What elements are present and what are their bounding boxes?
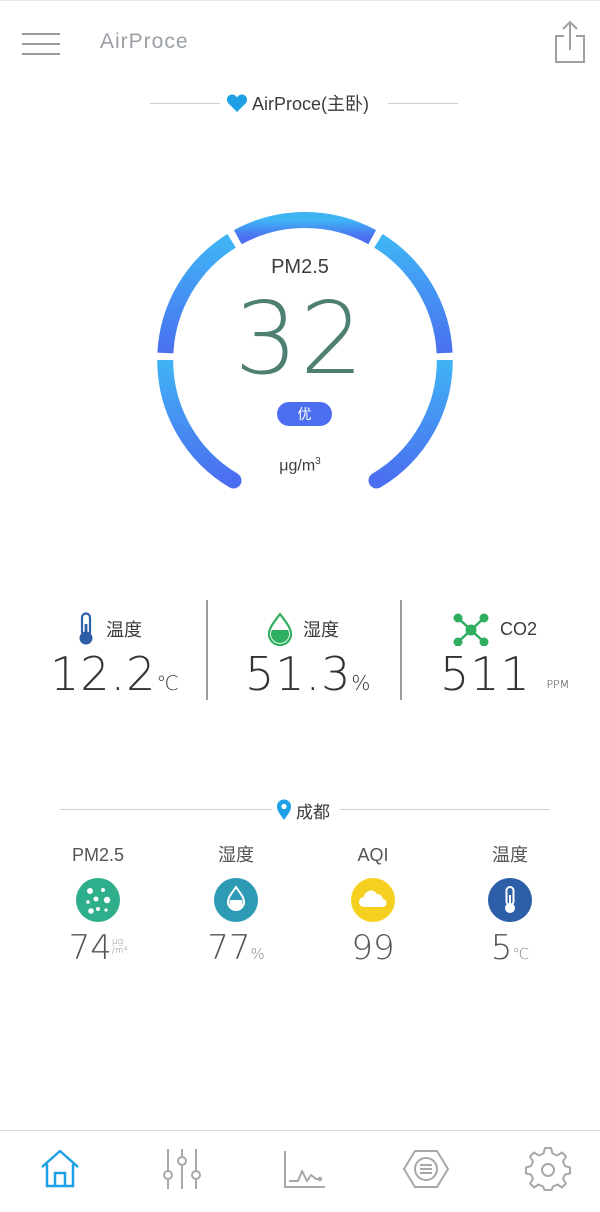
city-humidity-label: 湿度 [218,845,254,865]
pm25-value: 32 [234,280,366,397]
city-aqi-label: AQI [357,845,389,865]
indoor-co2-label: CO2 [500,618,538,639]
city-temperature-unit: ℃ [512,945,530,963]
indoor-co2-value: 511 [440,647,531,701]
hamburger-menu-icon[interactable] [22,30,60,58]
device-name: AirProce(主卧) [252,94,370,114]
cloud-icon [351,878,395,922]
city-selector[interactable]: 成都 [276,796,330,824]
city-temperature-label: 温度 [492,845,528,865]
gauge-segment-top [233,212,377,245]
app-title: AirProce [100,30,189,53]
stat-divider [400,600,402,700]
location-pin-icon [277,799,291,820]
sliders-icon[interactable] [158,1145,206,1193]
heart-icon [226,94,248,112]
nav-divider [0,1130,600,1131]
thermometer-icon [488,878,532,922]
city-temperature: 温度 5℃ [455,842,565,968]
indoor-humidity-value: 51.3 [245,647,352,701]
pm25-unit-base: μg/m [279,457,316,475]
stat-divider [206,600,208,700]
device-selector[interactable]: AirProce(主卧) [226,90,369,116]
city-pm25-unit-bottom: /m³ [111,946,128,956]
top-divider [0,0,600,1]
divider-right [340,809,550,810]
gear-icon[interactable] [524,1145,572,1193]
share-icon[interactable] [552,20,588,64]
droplet-icon [214,878,258,922]
indoor-temperature-value: 12.2 [50,647,157,701]
city-pm25-label: PM2.5 [71,845,125,865]
city-temperature-value: 5 [490,928,513,968]
air-quality-badge: 优 [277,402,332,426]
city-humidity-unit: % [250,945,265,963]
indoor-co2-unit: PPM [546,678,570,691]
city-header: 成都 [0,796,600,824]
home-icon[interactable] [36,1145,84,1193]
divider-left [60,809,272,810]
pm25-label: PM2.5 [271,256,329,278]
city-aqi-value: 99 [351,928,395,968]
city-humidity: 湿度 77% [181,842,291,968]
indoor-humidity-unit: % [351,671,371,695]
pm25-unit: μg/m3 [0,456,600,475]
device-header: AirProce(主卧) [0,88,600,118]
filter-icon[interactable] [402,1145,450,1193]
indoor-temperature-label: 温度 [106,620,142,640]
indoor-temperature-unit: ℃ [156,671,179,695]
pm25-unit-sup: 3 [315,456,321,467]
chart-icon[interactable] [280,1145,328,1193]
molecule-icon [453,613,489,646]
city-pm25: PM2.5 74μg/m³ [43,842,153,968]
particles-icon [76,878,120,922]
city-pm25-value: 74 [68,928,112,968]
city-name: 成都 [296,802,330,822]
water-drop-icon [267,612,293,646]
divider-left [150,103,220,104]
city-humidity-value: 77 [207,928,251,968]
thermometer-icon [79,612,93,645]
indoor-humidity-label: 湿度 [303,620,339,640]
divider-right [388,103,458,104]
city-aqi: AQI 99 [318,842,428,968]
